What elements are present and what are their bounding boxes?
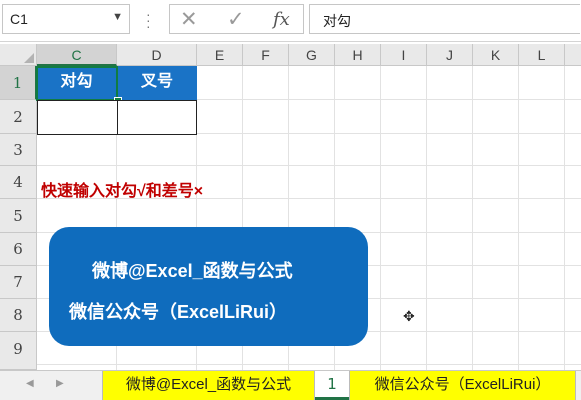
sheet-tab-1[interactable]: 1 — [315, 371, 349, 400]
column-header-c[interactable]: C — [37, 44, 117, 66]
formula-input[interactable]: 对勾 — [309, 4, 580, 34]
cell-d2[interactable] — [117, 100, 197, 135]
name-box[interactable]: C1 ▼ — [2, 4, 130, 34]
sheet-tab-bar: ◀ ▶ 微博@Excel_函数与公式 1 微信公众号（ExcelLiRui） — [0, 370, 581, 400]
cell-c2[interactable] — [37, 100, 118, 135]
cell-cursor-icon: ✥ — [403, 308, 415, 324]
column-header-h[interactable]: H — [335, 44, 381, 66]
chevron-down-icon[interactable]: ▼ — [112, 11, 123, 23]
formula-bar: C1 ▼ · · · ✕ ✓ fx 对勾 — [0, 0, 581, 42]
column-header-k[interactable]: K — [473, 44, 519, 66]
watermark-banner: 微博@Excel_函数与公式 微信公众号（ExcelLiRui） — [49, 227, 368, 346]
banner-line-wechat: 微信公众号（ExcelLiRui） — [69, 302, 288, 322]
cell-d1[interactable]: 叉号 — [117, 66, 197, 100]
scroll-tabs-right-icon[interactable]: ▶ — [56, 378, 64, 389]
active-cell-border — [36, 66, 118, 101]
column-header-l[interactable]: L — [519, 44, 565, 66]
column-header-m-partial[interactable] — [565, 44, 581, 66]
cancel-icon[interactable]: ✕ — [180, 7, 198, 32]
banner-line-weibo: 微博@Excel_函数与公式 — [92, 261, 293, 281]
formula-text: 对勾 — [323, 13, 351, 29]
row-header-8[interactable]: 8 — [0, 299, 37, 332]
scroll-tabs-left-icon[interactable]: ◀ — [26, 378, 34, 389]
row-header-3[interactable]: 3 — [0, 134, 37, 166]
column-header-d[interactable]: D — [117, 44, 197, 66]
more-options-icon[interactable]: · · · — [146, 7, 151, 33]
enter-icon[interactable]: ✓ — [227, 7, 245, 32]
cell-c4[interactable]: 快速输入对勾√和差号× — [41, 177, 203, 201]
column-header-i[interactable]: I — [381, 44, 427, 66]
sheet-tab-weibo[interactable]: 微博@Excel_函数与公式 — [102, 371, 315, 400]
row-header-6[interactable]: 6 — [0, 233, 37, 266]
row-header-5[interactable]: 5 — [0, 199, 37, 233]
row-header-1[interactable]: 1 — [0, 66, 37, 100]
worksheet-grid[interactable]: C D E F G H I J K L 1 2 3 4 5 6 7 8 9 对勾… — [0, 44, 581, 370]
column-header-g[interactable]: G — [289, 44, 335, 66]
row-header-4[interactable]: 4 — [0, 166, 37, 199]
row-header-7[interactable]: 7 — [0, 266, 37, 299]
formula-buttons: ✕ ✓ fx — [169, 4, 304, 34]
name-box-value: C1 — [10, 11, 28, 27]
column-header-j[interactable]: J — [427, 44, 473, 66]
column-header-e[interactable]: E — [197, 44, 243, 66]
column-header-f[interactable]: F — [243, 44, 289, 66]
row-header-9[interactable]: 9 — [0, 332, 37, 370]
select-all-button[interactable] — [0, 44, 37, 66]
sheet-tab-wechat[interactable]: 微信公众号（ExcelLiRui） — [349, 371, 576, 400]
row-header-2[interactable]: 2 — [0, 100, 37, 134]
insert-function-icon[interactable]: fx — [273, 9, 290, 30]
